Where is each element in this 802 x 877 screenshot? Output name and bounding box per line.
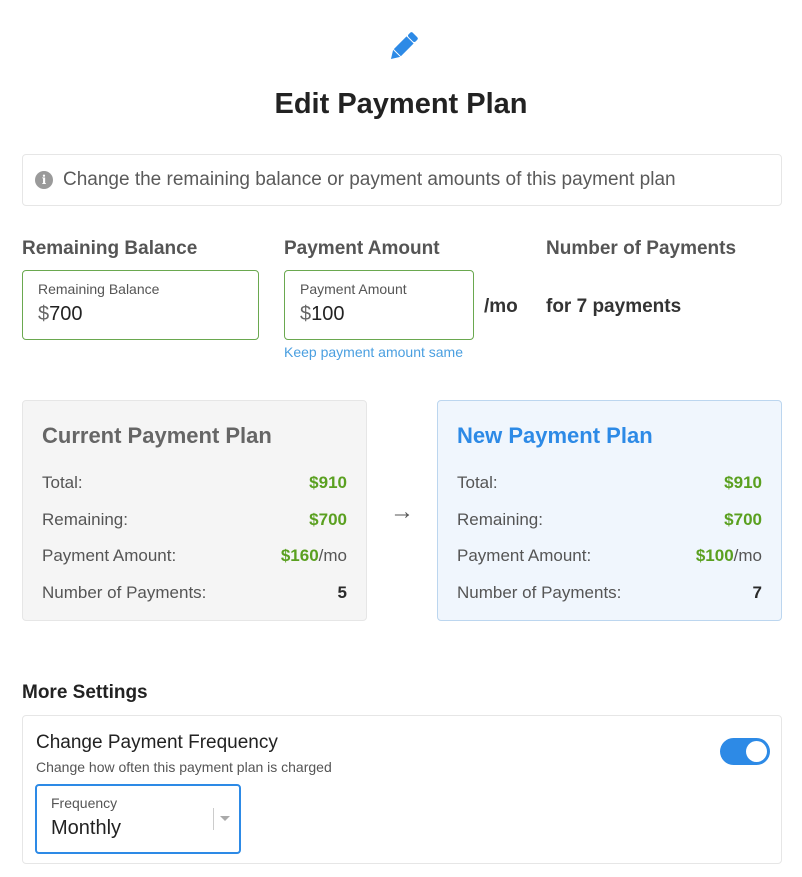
current-plan-card: Current Payment Plan Total: $910 Remaini…	[22, 400, 367, 621]
keep-payment-amount-link[interactable]: Keep payment amount same	[284, 344, 463, 360]
current-plan-row-number-of-payments: Number of Payments: 5	[42, 582, 347, 602]
new-plan-row-number-of-payments: Number of Payments: 7	[457, 582, 762, 602]
current-plan-row-total: Total: $910	[42, 473, 347, 493]
toggle-knob	[746, 741, 767, 762]
new-plan-row-remaining: Remaining: $700	[457, 509, 762, 529]
new-plan-row-payment-amount: Payment Amount: $100/mo	[457, 546, 762, 566]
new-plan-card: New Payment Plan Total: $910 Remaining: …	[437, 400, 782, 621]
payment-amount-input[interactable]: $100	[300, 303, 458, 326]
new-plan-title: New Payment Plan	[457, 423, 653, 448]
payment-amount-field-label: Payment Amount	[300, 281, 407, 297]
chevron-down-icon[interactable]	[220, 816, 230, 821]
more-settings-heading: More Settings	[22, 682, 148, 703]
select-divider	[213, 808, 214, 830]
pencil-icon	[390, 32, 418, 60]
info-banner: i Change the remaining balance or paymen…	[22, 154, 782, 206]
remaining-balance-heading: Remaining Balance	[22, 238, 198, 259]
remaining-balance-field-label: Remaining Balance	[38, 281, 160, 297]
payment-frequency-title: Change Payment Frequency	[36, 732, 278, 753]
payment-amount-field[interactable]: Payment Amount $100	[284, 270, 474, 340]
payment-amount-heading: Payment Amount	[284, 238, 440, 259]
new-plan-row-total: Total: $910	[457, 473, 762, 493]
payment-frequency-section: Change Payment Frequency Change how ofte…	[22, 715, 782, 864]
current-plan-row-payment-amount: Payment Amount: $160/mo	[42, 546, 347, 566]
remaining-balance-input[interactable]: $700	[38, 303, 243, 326]
arrow-right-icon: →	[390, 498, 414, 525]
number-of-payments-text: for 7 payments	[546, 296, 682, 317]
info-icon: i	[35, 171, 53, 189]
payment-frequency-toggle[interactable]	[720, 738, 770, 765]
frequency-select-value: Monthly	[51, 817, 122, 839]
current-plan-title: Current Payment Plan	[42, 423, 272, 448]
page-title: Edit Payment Plan	[274, 88, 528, 120]
frequency-select-label: Frequency	[51, 795, 118, 811]
payment-frequency-subtitle: Change how often this payment plan is ch…	[36, 759, 332, 775]
number-of-payments-heading: Number of Payments	[546, 238, 737, 259]
frequency-select[interactable]: Frequency Monthly	[35, 784, 241, 854]
current-plan-row-remaining: Remaining: $700	[42, 509, 347, 529]
per-month-suffix: /mo	[484, 296, 518, 317]
remaining-balance-field[interactable]: Remaining Balance $700	[22, 270, 259, 340]
info-text: Change the remaining balance or payment …	[63, 169, 676, 190]
